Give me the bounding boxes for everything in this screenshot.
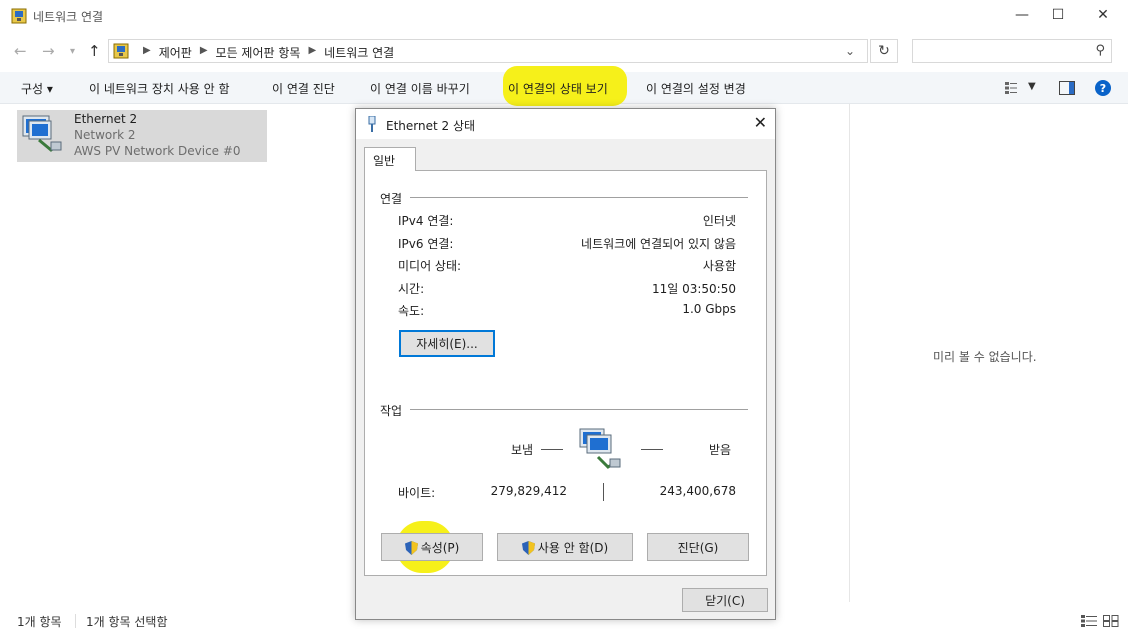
breadcrumb-control-panel[interactable]: 제어판 xyxy=(159,44,192,61)
bytes-received-value: 243,400,678 xyxy=(659,484,736,498)
ipv4-label: IPv4 연결: xyxy=(398,214,454,228)
chevron-right-icon: ▶ xyxy=(199,45,208,56)
media-state-label: 미디어 상태: xyxy=(398,259,462,273)
ipv6-value: 네트워크에 연결되어 있지 않음 xyxy=(581,237,736,251)
command-bar: 구성 ▾ 이 네트워크 장치 사용 안 함 이 연결 진단 이 연결 이름 바꾸… xyxy=(0,66,1128,106)
ipv4-value: 인터넷 xyxy=(702,214,736,228)
maximize-button[interactable]: ☐ xyxy=(1038,0,1078,30)
diagnose-connection-button[interactable]: 이 연결 진단 xyxy=(272,80,335,97)
activity-group-label: 작업 xyxy=(380,404,403,418)
search-input[interactable]: ⚲ xyxy=(912,39,1112,63)
connection-name: Ethernet 2 xyxy=(74,112,138,126)
media-state-value: 사용함 xyxy=(702,259,736,273)
dialog-close-icon[interactable]: ✕ xyxy=(754,113,767,132)
recent-dropdown-icon[interactable]: ▾ xyxy=(70,46,75,57)
refresh-icon: ↻ xyxy=(878,43,890,59)
close-button[interactable]: ✕ xyxy=(1083,0,1123,30)
title-bar: 네트워크 연결 — ☐ ✕ xyxy=(0,0,1128,32)
group-divider xyxy=(410,409,748,410)
view-status-button[interactable]: 이 연결의 상태 보기 xyxy=(508,80,608,97)
view-options-icon[interactable] xyxy=(1004,81,1018,95)
back-arrow-icon[interactable]: ← xyxy=(14,42,27,60)
tab-general[interactable]: 일반 xyxy=(364,147,416,171)
sent-dash xyxy=(541,449,563,450)
chevron-right-icon: ▶ xyxy=(143,45,151,56)
control-panel-icon xyxy=(113,43,129,59)
speed-value: 1.0 Gbps xyxy=(682,302,736,316)
selected-count: 1개 항목 선택함 xyxy=(86,615,168,629)
search-icon: ⚲ xyxy=(1095,43,1105,58)
properties-button-label: 속성(P) xyxy=(420,540,460,555)
preview-divider xyxy=(849,104,850,602)
disable-device-button[interactable]: 이 네트워크 장치 사용 안 함 xyxy=(89,80,230,97)
ethernet-cable-icon xyxy=(368,116,376,132)
refresh-button[interactable]: ↻ xyxy=(870,39,898,63)
address-bar[interactable]: ▶ 제어판 ▶ 모든 제어판 항목 ▶ 네트워크 연결 ⌄ xyxy=(108,39,868,63)
address-row: ← → ▾ ↑ ▶ 제어판 ▶ 모든 제어판 항목 ▶ 네트워크 연결 ⌄ ↻ … xyxy=(0,34,1128,68)
details-button[interactable]: 자세히(E)... xyxy=(399,330,495,357)
breadcrumb-network-connections[interactable]: 네트워크 연결 xyxy=(324,44,394,61)
large-icons-view-icon[interactable] xyxy=(1103,615,1119,627)
svg-text:?: ? xyxy=(1100,82,1106,95)
dialog-title: Ethernet 2 상태 xyxy=(386,119,476,133)
bytes-divider xyxy=(603,483,604,501)
bytes-label: 바이트: xyxy=(398,486,436,500)
status-divider xyxy=(75,614,76,628)
ipv6-label: IPv6 연결: xyxy=(398,237,454,251)
connection-device: AWS PV Network Device #0 xyxy=(74,144,241,158)
chevron-right-icon: ▶ xyxy=(308,45,317,56)
diagnose-button[interactable]: 진단(G) xyxy=(647,533,749,561)
speed-label: 속도: xyxy=(398,304,425,318)
disable-button[interactable]: 사용 안 함(D) xyxy=(497,533,633,561)
duration-value: 11일 03:50:50 xyxy=(651,282,736,296)
organize-menu[interactable]: 구성 ▾ xyxy=(21,80,53,97)
disable-button-label: 사용 안 함(D) xyxy=(537,540,609,555)
forward-arrow-icon[interactable]: → xyxy=(42,42,55,60)
breadcrumb-all-items[interactable]: 모든 제어판 항목 xyxy=(216,44,301,61)
duration-label: 시간: xyxy=(398,282,425,296)
uac-shield-icon xyxy=(404,541,418,555)
help-icon[interactable]: ? xyxy=(1095,80,1111,96)
tab-panel-general: 연결 IPv4 연결: 인터넷 IPv6 연결: 네트워크에 연결되어 있지 않… xyxy=(364,170,767,576)
connection-group-label: 연결 xyxy=(380,192,403,206)
status-dialog: Ethernet 2 상태 ✕ 일반 연결 IPv4 연결: 인터넷 IPv6 … xyxy=(355,108,776,620)
address-dropdown-icon[interactable]: ⌄ xyxy=(845,44,855,58)
up-arrow-icon[interactable]: ↑ xyxy=(88,42,101,60)
window-title: 네트워크 연결 xyxy=(33,10,104,24)
item-count: 1개 항목 xyxy=(17,615,62,629)
preview-pane-icon[interactable] xyxy=(1059,81,1075,95)
preview-empty-text: 미리 볼 수 없습니다. xyxy=(933,350,1037,364)
received-dash xyxy=(641,449,663,450)
breadcrumb: ▶ 제어판 ▶ 모든 제어판 항목 ▶ 네트워크 연결 xyxy=(135,44,394,61)
sent-label: 보냄 xyxy=(511,443,534,457)
view-dropdown-icon[interactable]: ▼ xyxy=(1028,81,1036,92)
properties-button[interactable]: 속성(P) xyxy=(381,533,483,561)
network-connections-icon xyxy=(11,8,27,24)
network-adapter-icon xyxy=(22,115,62,152)
received-label: 받음 xyxy=(709,443,732,457)
change-settings-button[interactable]: 이 연결의 설정 변경 xyxy=(646,80,746,97)
bytes-sent-value: 279,829,412 xyxy=(490,484,567,498)
uac-shield-icon xyxy=(521,541,535,555)
activity-network-icon xyxy=(579,428,621,469)
connection-network: Network 2 xyxy=(74,128,136,142)
close-dialog-button[interactable]: 닫기(C) xyxy=(682,588,768,612)
group-divider xyxy=(410,197,748,198)
details-view-icon[interactable] xyxy=(1081,615,1097,627)
connection-item-ethernet-2[interactable]: Ethernet 2 Network 2 AWS PV Network Devi… xyxy=(17,110,267,162)
dialog-title-bar: Ethernet 2 상태 ✕ xyxy=(356,109,775,139)
minimize-button[interactable]: — xyxy=(1002,0,1042,30)
rename-connection-button[interactable]: 이 연결 이름 바꾸기 xyxy=(370,80,470,97)
